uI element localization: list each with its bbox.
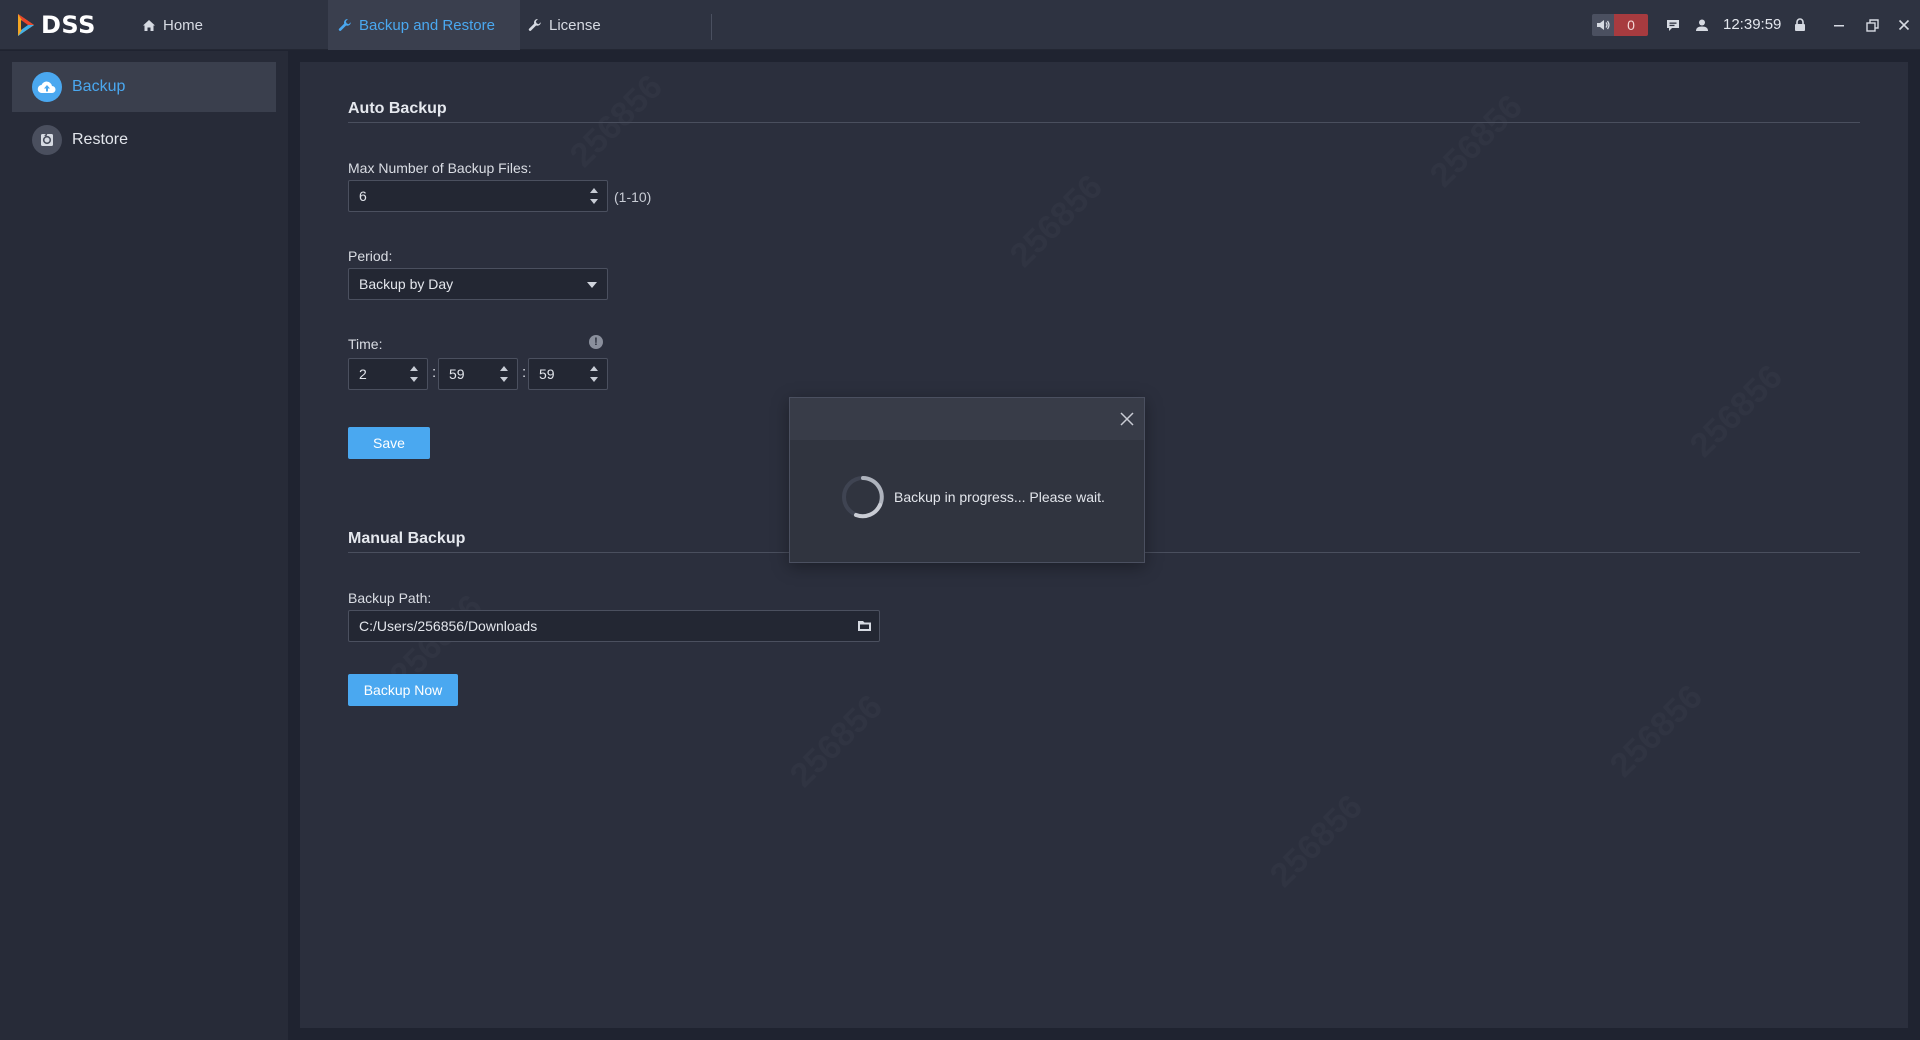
max-files-label: Max Number of Backup Files:	[348, 160, 532, 176]
stepper-down-icon[interactable]	[590, 377, 598, 382]
sidebar-item-backup-label: Backup	[72, 78, 126, 95]
cloud-upload-icon	[32, 72, 62, 102]
save-button[interactable]: Save	[348, 427, 430, 459]
dialog-header	[790, 398, 1144, 440]
stepper-down-icon[interactable]	[500, 377, 508, 382]
restore-icon	[32, 125, 62, 155]
tab-home[interactable]: Home	[142, 0, 272, 50]
tab-divider	[711, 14, 712, 40]
wrench-icon	[338, 19, 351, 31]
clock: 12:39:59	[1723, 16, 1782, 33]
period-label: Period:	[348, 248, 393, 264]
dss-logo-mark-icon	[18, 14, 34, 36]
lock-icon[interactable]	[1790, 15, 1810, 35]
watermark: 256856	[1263, 788, 1371, 896]
time-label: Time:	[348, 336, 383, 352]
stepper-up-icon[interactable]	[590, 188, 598, 193]
dialog-message: Backup in progress... Please wait.	[894, 489, 1105, 505]
loading-spinner-icon	[842, 476, 884, 519]
period-value: Backup by Day	[359, 276, 454, 292]
auto-backup-title: Auto Backup	[348, 100, 1860, 123]
time-minute-stepper[interactable]	[499, 366, 509, 382]
max-files-stepper[interactable]	[589, 188, 599, 204]
sidebar-item-restore-label: Restore	[72, 131, 129, 148]
time-separator: :	[522, 364, 527, 381]
backup-path-label: Backup Path:	[348, 590, 432, 606]
stepper-up-icon[interactable]	[590, 366, 598, 371]
time-second-value: 59	[539, 366, 555, 382]
dialog-body: Backup in progress... Please wait.	[840, 474, 1105, 520]
info-icon[interactable]: !	[589, 335, 603, 349]
time-minute-input[interactable]: 59	[438, 358, 518, 390]
backup-path-value: C:/Users/256856/Downloads	[359, 618, 538, 634]
home-icon	[143, 19, 155, 31]
alarm-count: 0	[1614, 14, 1648, 36]
top-bar: DSS Home Backup and Restore License 0 12…	[0, 0, 1920, 50]
time-minute-value: 59	[449, 366, 465, 382]
backup-path-input[interactable]: C:/Users/256856/Downloads	[348, 610, 880, 642]
tab-license-label: License	[549, 16, 601, 34]
alarm-indicator[interactable]: 0	[1592, 14, 1648, 36]
time-second-input[interactable]: 59	[528, 358, 608, 390]
tab-backup-and-restore[interactable]: Backup and Restore	[328, 0, 520, 50]
restore-window-icon[interactable]	[1862, 15, 1882, 35]
time-separator: :	[432, 364, 437, 381]
max-files-value: 6	[359, 188, 367, 204]
tab-backup-and-restore-label: Backup and Restore	[359, 16, 495, 34]
watermark: 256856	[1003, 168, 1111, 276]
stepper-down-icon[interactable]	[410, 377, 418, 382]
chevron-down-icon	[587, 282, 597, 288]
dss-logo: DSS	[16, 11, 96, 39]
max-files-input[interactable]: 6	[348, 180, 608, 212]
sidebar: Backup Restore	[0, 51, 288, 1040]
watermark: 256856	[1683, 358, 1791, 466]
backup-now-button[interactable]: Backup Now	[348, 674, 458, 706]
max-files-hint: (1-10)	[614, 189, 652, 205]
message-icon[interactable]	[1663, 15, 1683, 35]
minimize-icon[interactable]	[1829, 15, 1849, 35]
close-icon[interactable]	[1118, 410, 1136, 428]
backup-progress-dialog: Backup in progress... Please wait.	[789, 397, 1145, 563]
stepper-up-icon[interactable]	[500, 366, 508, 371]
stepper-down-icon[interactable]	[590, 199, 598, 204]
watermark: 256856	[1603, 678, 1711, 786]
time-hour-stepper[interactable]	[409, 366, 419, 382]
period-select[interactable]: Backup by Day	[348, 268, 608, 300]
time-hour-value: 2	[359, 366, 367, 382]
wrench-icon	[528, 19, 541, 31]
sidebar-item-restore[interactable]: Restore	[12, 115, 276, 165]
stepper-up-icon[interactable]	[410, 366, 418, 371]
tab-home-label: Home	[163, 16, 204, 34]
watermark: 256856	[783, 688, 891, 796]
speaker-icon	[1592, 14, 1614, 36]
sidebar-item-backup[interactable]: Backup	[12, 62, 276, 112]
folder-icon[interactable]	[857, 618, 873, 634]
tab-license[interactable]: License	[528, 0, 708, 50]
user-icon[interactable]	[1692, 15, 1712, 35]
time-hour-input[interactable]: 2	[348, 358, 428, 390]
time-second-stepper[interactable]	[589, 366, 599, 382]
close-window-icon[interactable]	[1894, 15, 1914, 35]
logo-text: DSS	[41, 11, 96, 39]
